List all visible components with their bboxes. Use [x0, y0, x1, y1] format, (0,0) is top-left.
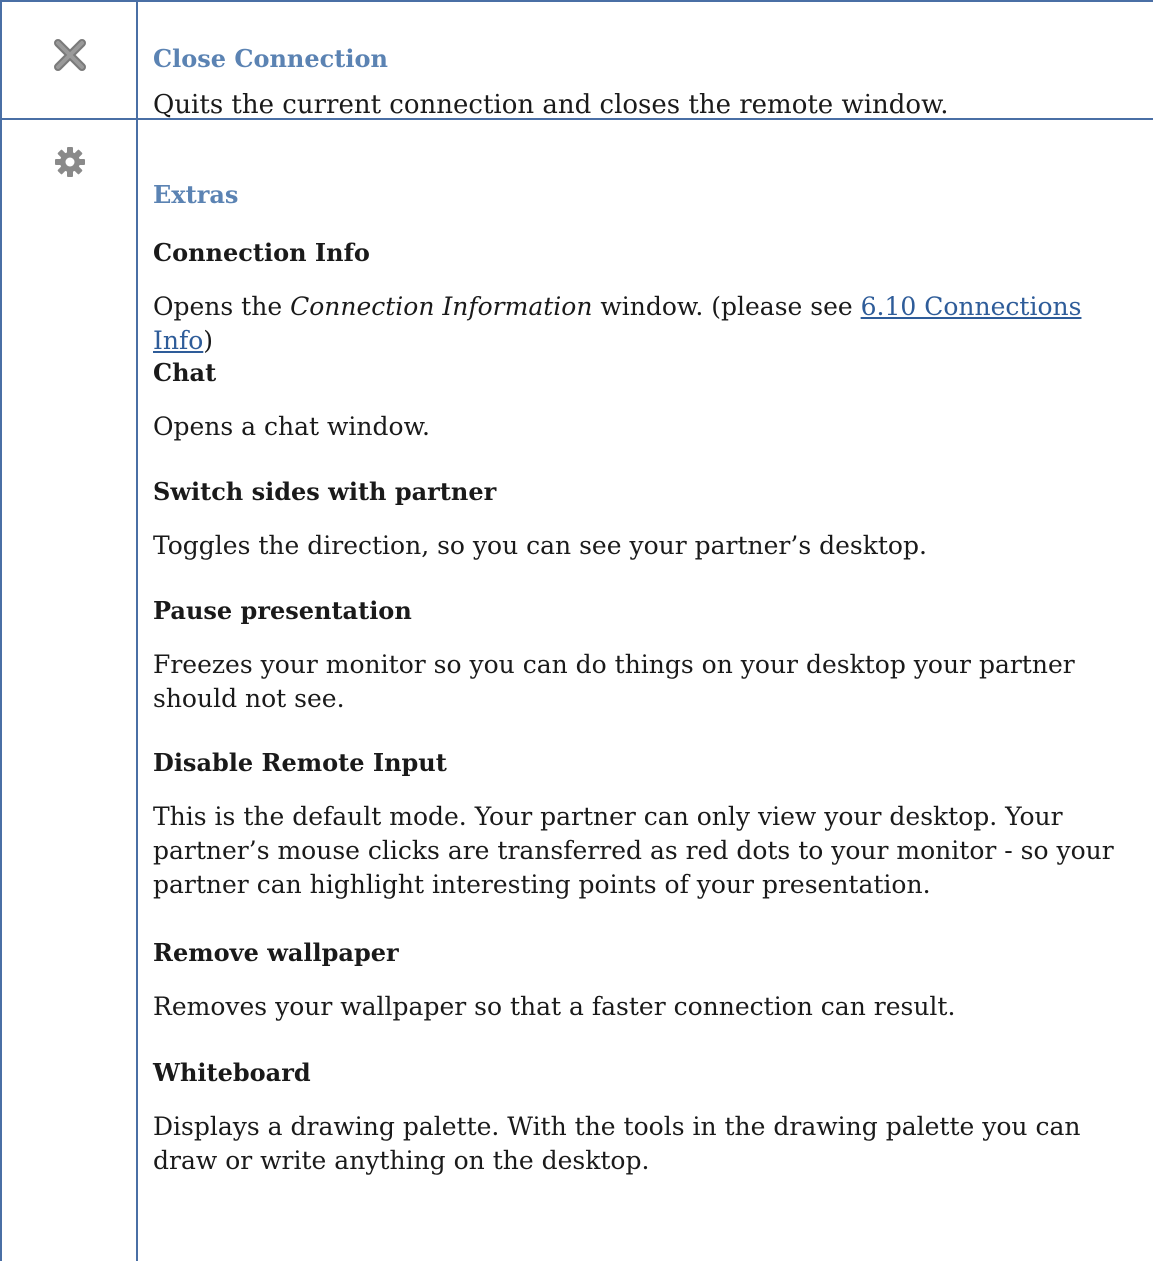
- connection-info-desc-text: Opens the: [153, 292, 291, 321]
- chat-title: Chat: [153, 358, 217, 387]
- chat-description: Opens a chat window.: [153, 412, 430, 441]
- remove-wallpaper-title: Remove wallpaper: [153, 938, 399, 967]
- pause-presentation-title: Pause presentation: [153, 596, 412, 625]
- close-connection-row: Close Connection Quits the current conne…: [0, 0, 1153, 120]
- disable-remote-input-title: Disable Remote Input: [153, 748, 447, 777]
- gear-icon: [53, 145, 87, 179]
- whiteboard-description: Displays a drawing palette. With the too…: [153, 1112, 1081, 1175]
- disable-remote-input-description: This is the default mode. Your partner c…: [153, 802, 1114, 899]
- switch-sides-description: Toggles the direction, so you can see yo…: [153, 531, 927, 560]
- close-connection-title: Close Connection: [153, 44, 388, 73]
- switch-sides-title: Switch sides with partner: [153, 477, 497, 506]
- whiteboard-title: Whiteboard: [153, 1058, 311, 1087]
- extras-item-switch-sides: Switch sides with partner Toggles the di…: [153, 477, 1145, 563]
- extras-item-pause-presentation: Pause presentation Freezes your monitor …: [153, 596, 1145, 716]
- close-connection-description: Quits the current connection and closes …: [153, 90, 949, 120]
- extras-item-remove-wallpaper: Remove wallpaper Removes your wallpaper …: [153, 938, 1145, 1024]
- extras-row: Extras Connection Info Opens the Connect…: [0, 120, 1153, 1261]
- extras-item-connection-info: Connection Info Opens the Connection Inf…: [153, 238, 1145, 358]
- extras-item-whiteboard: Whiteboard Displays a drawing palette. W…: [153, 1058, 1145, 1178]
- extras-item-chat: Chat Opens a chat window.: [153, 358, 1145, 444]
- connection-info-description: Opens the Connection Information window.…: [153, 290, 1145, 358]
- connection-info-desc-italic: Connection Information: [290, 292, 593, 321]
- connection-info-title: Connection Info: [153, 238, 370, 267]
- connection-info-desc-end: ): [203, 326, 214, 355]
- pause-presentation-description: Freezes your monitor so you can do thing…: [153, 650, 1075, 713]
- extras-item-disable-remote-input: Disable Remote Input This is the default…: [153, 748, 1145, 902]
- remove-wallpaper-description: Removes your wallpaper so that a faster …: [153, 992, 956, 1021]
- extras-title: Extras: [153, 180, 239, 209]
- connection-info-desc-middle: window. (please see: [592, 292, 861, 321]
- close-x-icon: [50, 35, 90, 75]
